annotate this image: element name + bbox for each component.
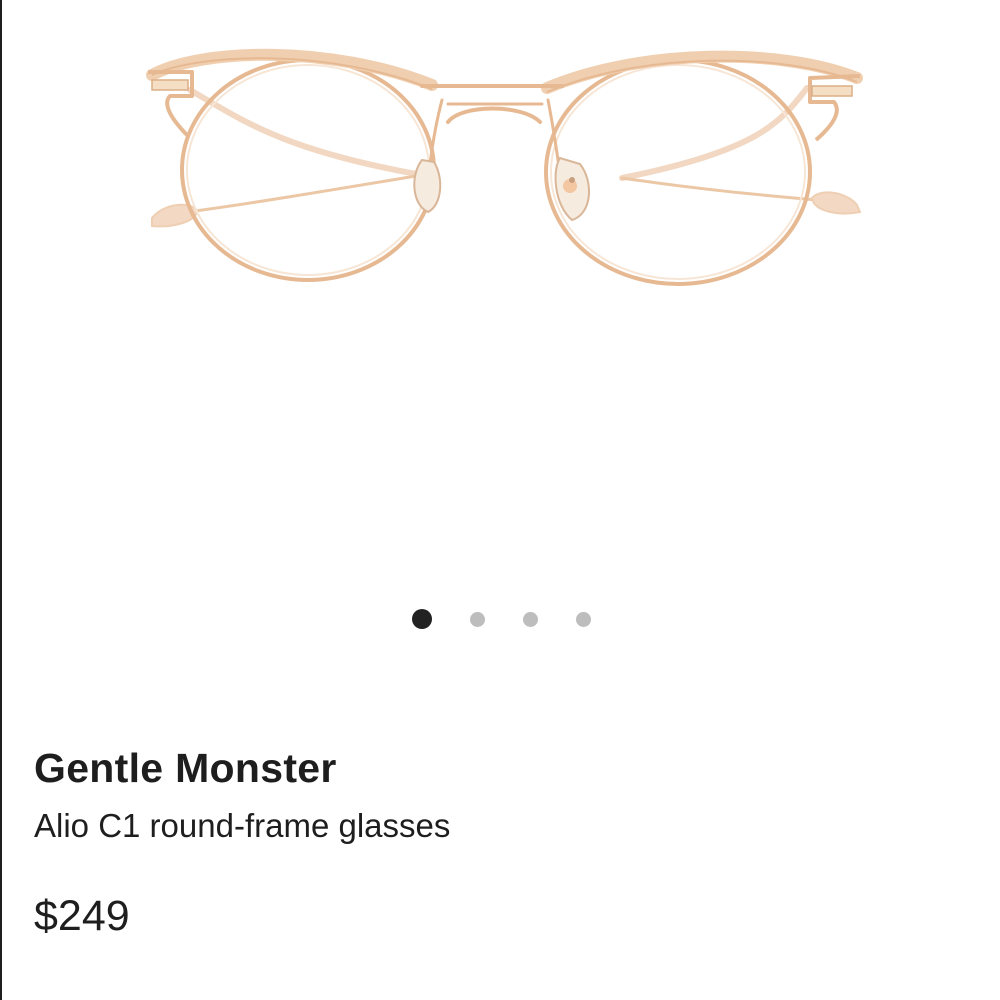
pager-dot-1[interactable] <box>411 609 432 629</box>
glasses-right-lens <box>541 50 863 286</box>
pager-dot-2[interactable] <box>469 611 485 627</box>
product-name[interactable]: Alio C1 round-frame glasses <box>34 804 974 848</box>
product-brand[interactable]: Gentle Monster <box>34 740 974 796</box>
product-price: $249 <box>34 892 130 940</box>
product-info: Gentle Monster Alio C1 round-frame glass… <box>34 740 974 944</box>
image-pager[interactable] <box>2 607 1000 631</box>
glasses-nose-pads <box>413 156 591 222</box>
glasses-bridge <box>420 84 566 202</box>
pager-dot-3[interactable] <box>522 611 538 627</box>
product-image-gallery[interactable] <box>2 0 1000 660</box>
pager-dot-4[interactable] <box>575 611 591 627</box>
product-image[interactable] <box>2 0 1000 600</box>
